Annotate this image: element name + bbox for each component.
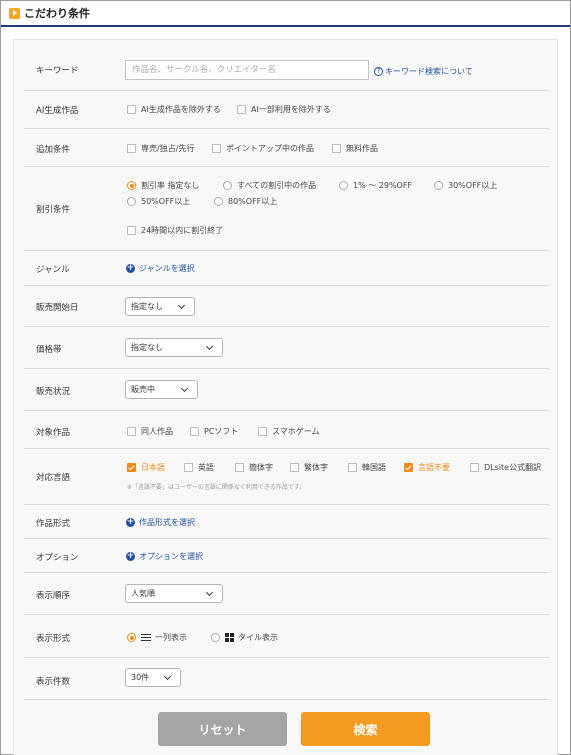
doujin-checkbox[interactable]: 同人作品 (127, 426, 173, 437)
search-button[interactable]: 検索 (301, 712, 430, 746)
ai-exclude-partial-checkbox[interactable]: AI一部利用を除外する (237, 104, 331, 115)
reset-button[interactable]: リセット (158, 712, 287, 746)
option-label: オプション (36, 553, 79, 563)
discount-24h-checkbox[interactable]: 24時間以内に割引終了 (127, 225, 223, 236)
target-label: 対象作品 (36, 428, 71, 438)
sale-status-select[interactable]: 販売中 (125, 380, 198, 399)
sale-start-label: 販売開始日 (36, 303, 79, 313)
plus-circle-icon: + (126, 517, 135, 527)
row-option: オプション + オプションを選択 (24, 539, 549, 573)
row-count: 表示件数 30件 (24, 658, 549, 700)
row-price: 価格帯 指定なし (24, 327, 549, 369)
pcsoft-checkbox[interactable]: PCソフト (190, 426, 238, 437)
row-sale-status: 販売状況 販売中 (24, 369, 549, 411)
discount-all-radio[interactable]: すべての割引中の作品 (223, 180, 316, 191)
plus-circle-icon: + (126, 263, 135, 273)
section-header: こだわり条件 (1, 1, 570, 27)
row-ai: AI生成作品 AI生成作品を除外する AI一部利用を除外する (24, 91, 549, 129)
display-tile-radio[interactable]: タイル表示 (211, 632, 278, 643)
language-note: ※「言語不要」はユーザーの言語に関係なく利用できる作品です。 (127, 484, 306, 491)
lang-korean-checkbox[interactable]: 韓国語 (348, 462, 386, 473)
lang-japanese-checkbox[interactable]: 日本語 (127, 462, 165, 473)
exclusive-checkbox[interactable]: 専売/独占/先行 (127, 143, 194, 154)
chevron-down-icon (205, 588, 214, 597)
price-label: 価格帯 (36, 345, 62, 355)
lang-unneeded-checkbox[interactable]: 言語不要 (404, 462, 450, 473)
keyword-label: キーワード (36, 66, 79, 76)
option-select-link[interactable]: + オプションを選択 (126, 551, 203, 562)
format-select-link[interactable]: + 作品形式を選択 (126, 517, 195, 528)
discount-30-radio[interactable]: 30%OFF以上 (434, 180, 497, 191)
ai-label: AI生成作品 (36, 106, 79, 116)
language-label: 対応言語 (36, 473, 71, 483)
sale-status-label: 販売状況 (36, 387, 71, 397)
additional-label: 追加条件 (36, 145, 71, 155)
discount-1-29-radio[interactable]: 1% ～ 29%OFF (339, 180, 412, 191)
ai-exclude-generated-checkbox[interactable]: AI生成作品を除外する (127, 104, 221, 115)
section-title: こだわり条件 (24, 7, 90, 20)
genre-select-link[interactable]: + ジャンルを選択 (126, 263, 195, 274)
row-keyword: キーワード ? キーワード検索について (24, 40, 549, 91)
count-select[interactable]: 30件 (125, 668, 181, 687)
row-language: 対応言語 日本語 英語 簡体字 繁体字 韓国語 言語不要 DLsite公式翻訳 … (24, 449, 549, 505)
sale-start-select[interactable]: 指定なし (125, 297, 195, 316)
free-checkbox[interactable]: 無料作品 (332, 143, 378, 154)
keyword-help-text: キーワード検索について (385, 67, 473, 76)
lang-official-translation-checkbox[interactable]: DLsite公式翻訳 (470, 462, 541, 473)
pointup-checkbox[interactable]: ポイントアップ中の作品 (212, 143, 314, 154)
question-icon: ? (374, 67, 383, 76)
discount-none-radio[interactable]: 割引率 指定なし (127, 180, 200, 191)
list-icon (141, 633, 151, 642)
row-target: 対象作品 同人作品 PCソフト スマホゲーム (24, 411, 549, 449)
row-format: 作品形式 + 作品形式を選択 (24, 505, 549, 539)
row-additional: 追加条件 専売/独占/先行 ポイントアップ中の作品 無料作品 (24, 129, 549, 167)
format-label: 作品形式 (36, 519, 71, 529)
order-label: 表示順序 (36, 591, 71, 601)
discount-label: 割引条件 (36, 205, 71, 215)
chevron-down-icon (205, 342, 214, 351)
discount-80-radio[interactable]: 80%OFF以上 (214, 196, 277, 207)
display-label: 表示形式 (36, 634, 71, 644)
lang-traditional-checkbox[interactable]: 繁体字 (290, 462, 328, 473)
chevron-down-icon (180, 384, 189, 393)
play-icon (9, 7, 20, 19)
filter-panel: キーワード ? キーワード検索について AI生成作品 AI生成作品を除外する A… (13, 39, 558, 755)
count-label: 表示件数 (36, 677, 71, 687)
lang-english-checkbox[interactable]: 英語 (184, 462, 214, 473)
genre-label: ジャンル (36, 265, 70, 275)
lang-simplified-checkbox[interactable]: 簡体字 (235, 462, 273, 473)
plus-circle-icon: + (126, 551, 135, 561)
chevron-down-icon (177, 301, 186, 310)
smartphone-game-checkbox[interactable]: スマホゲーム (258, 426, 320, 437)
row-display: 表示形式 一列表示 タイル表示 (24, 615, 549, 658)
row-sale-start: 販売開始日 指定なし (24, 286, 549, 327)
discount-50-radio[interactable]: 50%OFF以上 (127, 196, 190, 207)
keyword-input[interactable] (125, 60, 369, 80)
keyword-help-link[interactable]: ? キーワード検索について (374, 66, 473, 77)
tile-icon (225, 633, 234, 642)
row-discount: 割引条件 割引率 指定なし すべての割引中の作品 1% ～ 29%OFF 30%… (24, 167, 549, 251)
order-select[interactable]: 人気順 (125, 584, 223, 603)
row-genre: ジャンル + ジャンルを選択 (24, 251, 549, 286)
row-order: 表示順序 人気順 (24, 573, 549, 615)
price-select[interactable]: 指定なし (125, 338, 223, 357)
chevron-down-icon (163, 672, 172, 681)
display-list-radio[interactable]: 一列表示 (127, 632, 187, 643)
